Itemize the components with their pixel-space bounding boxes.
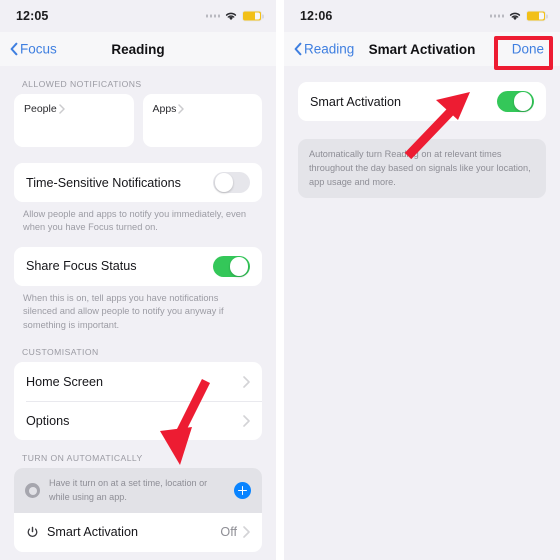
battery-low-power-icon [526, 10, 549, 22]
row-home-screen[interactable]: Home Screen [14, 362, 262, 401]
smart-activation-value: Off [220, 525, 237, 540]
time-sensitive-card: Time-Sensitive Notifications [14, 163, 262, 202]
smart-activation-label: Smart Activation [310, 94, 401, 109]
status-indicators [489, 10, 549, 22]
back-button-focus[interactable]: Focus [10, 42, 57, 57]
phone-screen-right: 12:06 Reading Smart Activation Done Smar… [284, 0, 560, 560]
wifi-icon [225, 12, 237, 21]
share-focus-label: Share Focus Status [26, 259, 137, 274]
share-focus-footnote: When this is on, tell apps you have noti… [23, 292, 224, 330]
auto-hint-row: Have it turn on at a set time, location … [14, 468, 262, 513]
status-time: 12:06 [300, 9, 333, 23]
share-focus-card: Share Focus Status [14, 246, 262, 286]
people-card-label-wrap: People [24, 103, 124, 115]
done-button[interactable]: Done [512, 42, 544, 57]
nav-bar-right: Reading Smart Activation Done [284, 32, 560, 66]
smart-activation-label: Smart Activation [47, 525, 138, 540]
people-label: People [24, 103, 57, 115]
home-screen-label: Home Screen [26, 374, 103, 389]
row-smart-activation[interactable]: Smart Activation Off [14, 513, 262, 552]
time-sensitive-footnote: Allow people and apps to notify you imme… [23, 209, 247, 233]
settings-content-right: Smart Activation Automatically turn Read… [284, 66, 560, 199]
chevron-right-icon [243, 526, 250, 538]
turn-on-automatically-header: TURN ON AUTOMATICALLY [22, 453, 143, 464]
clock-schedule-icon [25, 483, 40, 499]
chevron-left-icon [294, 42, 302, 56]
allowed-notifications-header: ALLOWED NOTIFICATIONS [22, 79, 142, 89]
apps-card-label-wrap: Apps [153, 103, 253, 115]
settings-content-left: ALLOWED NOTIFICATIONS People Apps Time-S… [0, 66, 276, 560]
chevron-left-icon [10, 42, 18, 56]
smart-activation-card: Smart Activation [298, 82, 546, 121]
share-focus-row[interactable]: Share Focus Status [14, 247, 262, 286]
chevron-right-icon [243, 415, 250, 427]
back-button-label: Reading [304, 41, 355, 57]
chevron-right-icon [58, 104, 65, 114]
signal-dots-icon [205, 14, 220, 18]
battery-low-power-icon [242, 10, 265, 22]
back-button-label: Focus [20, 41, 57, 57]
customisation-header: CUSTOMISATION [22, 347, 99, 358]
wifi-icon [509, 12, 521, 21]
smart-activation-toggle[interactable] [497, 90, 534, 113]
smart-activation-description: Automatically turn Reading on at relevan… [298, 139, 546, 199]
status-bar-left: 12:05 [0, 0, 276, 32]
power-icon [27, 526, 38, 537]
signal-dots-icon [489, 14, 504, 18]
people-card[interactable]: People [14, 94, 134, 147]
chevron-right-icon [178, 104, 185, 114]
status-indicators [205, 10, 265, 22]
smart-activation-row[interactable]: Smart Activation [298, 82, 546, 121]
customisation-card: Home Screen Options [14, 362, 262, 441]
time-sensitive-row[interactable]: Time-Sensitive Notifications [14, 163, 262, 202]
status-bar-right: 12:06 [284, 0, 560, 32]
options-label: Options [26, 413, 70, 428]
screenshot-stage: 12:05 Focus Reading ALLOWED NOTIFICATION… [0, 0, 560, 560]
allowed-notifications-cards: People Apps [14, 94, 262, 147]
nav-bar-left: Focus Reading [0, 32, 276, 66]
back-button-reading[interactable]: Reading [294, 42, 354, 57]
time-sensitive-label: Time-Sensitive Notifications [26, 175, 181, 190]
turn-on-automatically-card: Have it turn on at a set time, location … [14, 468, 262, 552]
apps-card[interactable]: Apps [142, 94, 262, 147]
apps-label: Apps [152, 103, 177, 115]
share-focus-toggle[interactable] [213, 255, 250, 278]
row-options[interactable]: Options [14, 401, 262, 440]
phone-screen-left: 12:05 Focus Reading ALLOWED NOTIFICATION… [0, 0, 276, 560]
time-sensitive-toggle[interactable] [213, 171, 250, 194]
plus-circle-icon[interactable] [234, 482, 251, 500]
chevron-right-icon [243, 376, 250, 388]
status-time: 12:05 [16, 9, 49, 23]
auto-hint-text: Have it turn on at a set time, location … [49, 478, 208, 502]
